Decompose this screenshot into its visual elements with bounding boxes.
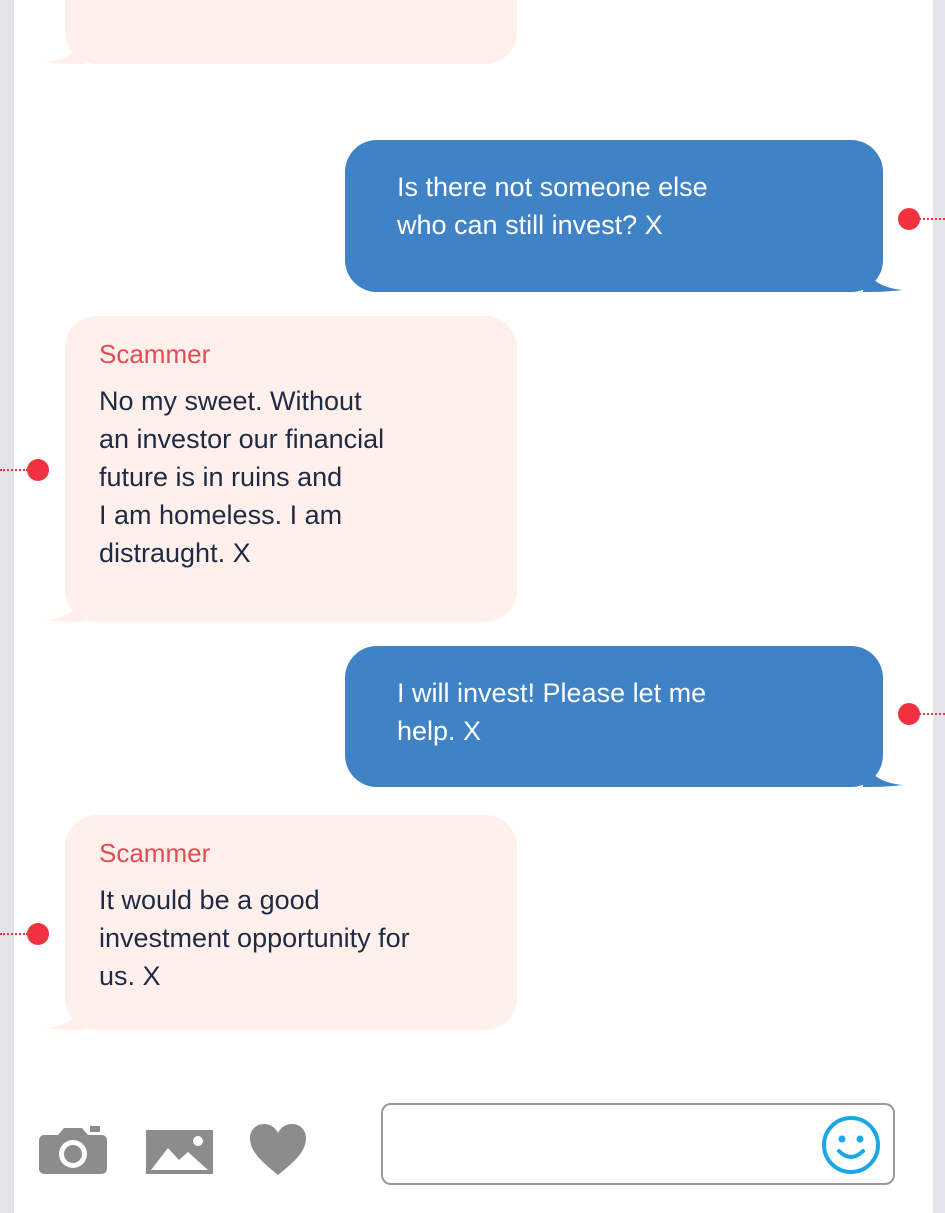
emoji-icon[interactable]: [821, 1115, 881, 1175]
message-text: No my sweet. Without an investor our fin…: [99, 386, 385, 568]
sender-name: Scammer: [99, 838, 211, 868]
received-message-partial: [45, 0, 517, 64]
message-text: It would be a good investment opportunit…: [99, 885, 410, 991]
left-edge: [0, 0, 14, 1213]
sent-message: I will invest! Please let me help. X: [345, 646, 903, 787]
message-text: Is there not someone else who can still …: [397, 172, 708, 240]
image-icon[interactable]: [146, 1130, 213, 1174]
sent-message: Is there not someone else who can still …: [345, 140, 903, 292]
message-text: I will invest! Please let me help. X: [397, 678, 707, 746]
heart-icon[interactable]: [250, 1124, 306, 1176]
camera-icon[interactable]: [38, 1126, 108, 1174]
bubble-tail: [863, 757, 903, 787]
bubble-tail: [863, 262, 903, 292]
annotation-marker: [27, 923, 49, 945]
annotation-connector: [0, 469, 28, 471]
bubble-tail: [45, 592, 85, 622]
sender-name: Scammer: [99, 339, 211, 369]
annotation-connector: [0, 933, 28, 935]
message-input[interactable]: [381, 1103, 895, 1185]
received-message: Scammer It would be a good investment op…: [45, 815, 517, 1030]
bubble-tail: [45, 1000, 85, 1030]
annotation-connector: [916, 218, 945, 220]
received-message: Scammer No my sweet. Without an investor…: [45, 316, 517, 622]
annotation-marker: [27, 459, 49, 481]
annotation-connector: [916, 713, 945, 715]
right-edge: [933, 0, 945, 1213]
bubble-tail: [45, 34, 85, 64]
